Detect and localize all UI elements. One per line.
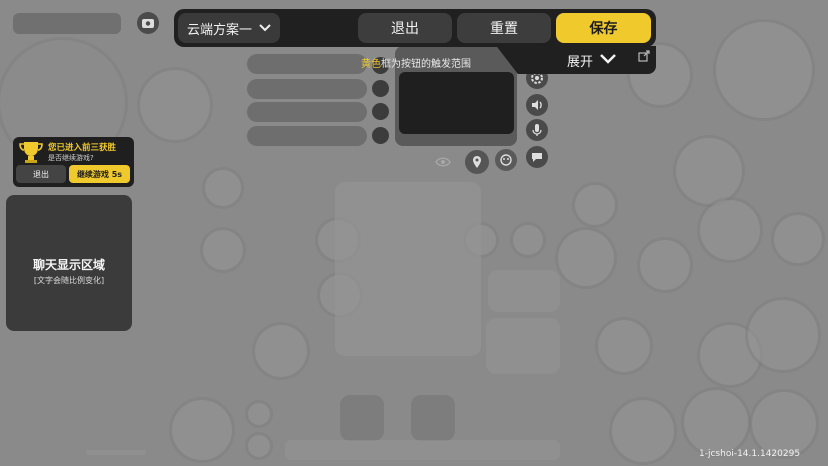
share-icon[interactable] [638, 47, 650, 66]
exit-button[interactable]: 退出 [358, 13, 452, 43]
skill-ghost-8 [612, 400, 674, 462]
camera-switch-icon[interactable] [137, 12, 159, 34]
chat-subtitle: [文字会随比例变化] [33, 276, 105, 285]
map-ghost [716, 22, 812, 118]
speaker-icon[interactable] [526, 94, 548, 116]
teammate-bar-3[interactable] [247, 102, 367, 122]
top-left-name-bar [13, 13, 121, 34]
victory-card: 您已进入前三获胜 是否继续游戏? 退出 继续游戏 5s [13, 137, 134, 187]
teammate-dot-3 [372, 103, 389, 120]
skill-ghost-12 [575, 185, 615, 225]
trigger-hint-highlight: 黄色 [361, 59, 381, 70]
trigger-hint-text: 框为按钮的触发范围 [381, 59, 471, 70]
item-slot-ghost-1 [340, 395, 384, 441]
scheme-label: 云端方案一 [187, 22, 253, 38]
teammate-bar-1[interactable] [247, 54, 367, 74]
emote-icon[interactable] [495, 149, 517, 171]
backpack-ghost [172, 400, 232, 460]
teammate-dot-4 [372, 127, 389, 144]
skill-ghost-17 [205, 170, 241, 206]
skill-ghost-15 [255, 325, 307, 377]
edit-toolbar: 云端方案一 退出 重置 保存 [174, 9, 656, 47]
victory-title: 您已进入前三获胜 [48, 143, 117, 153]
teammate-bar-2[interactable] [247, 79, 367, 99]
skill-ghost-3 [774, 215, 822, 263]
skill-ghost-5 [598, 320, 650, 372]
save-button[interactable]: 保存 [556, 13, 651, 43]
center-panel-ghost [335, 182, 481, 356]
version-label: 1-jcshoi-14.1.1420295 [699, 449, 801, 459]
small-ghost-1 [248, 403, 270, 425]
expand-label: 展开 [567, 55, 594, 70]
chevron-down-icon [599, 53, 617, 68]
skill-ghost-7 [748, 300, 818, 370]
skill-ghost-2 [700, 200, 760, 260]
victory-exit-button[interactable]: 退出 [16, 165, 66, 183]
trophy-icon [18, 140, 44, 168]
trigger-hint: 黄色框为按钮的触发范围 [361, 55, 471, 70]
skill-ghost-11 [558, 230, 614, 286]
victory-subtitle: 是否继续游戏? [48, 154, 94, 162]
chevron-down-icon [259, 22, 271, 37]
location-pin-icon[interactable] [465, 150, 489, 174]
skill-ghost-4 [640, 240, 690, 290]
preview-box[interactable] [399, 72, 514, 134]
reset-button[interactable]: 重置 [457, 13, 551, 43]
chat-display-area[interactable]: 聊天显示区域 [文字会随比例变化] [6, 195, 132, 331]
skill-ghost-18 [140, 70, 210, 140]
bottom-bar-ghost [285, 440, 560, 460]
small-ghost-2 [248, 435, 270, 457]
skill-ghost-10 [752, 392, 816, 456]
chat-title: 聊天显示区域 [32, 258, 105, 272]
skill-ghost-1 [676, 138, 742, 204]
microphone-icon[interactable] [526, 119, 548, 141]
teammate-bar-4[interactable] [247, 126, 367, 146]
chat-bubble-icon[interactable] [526, 146, 548, 168]
right-panel-ghost [488, 270, 560, 312]
continue-game-button[interactable]: 继续游戏 5s [69, 165, 130, 183]
health-bar-ghost [86, 450, 146, 455]
skill-ghost-16 [203, 230, 243, 270]
scheme-select[interactable]: 云端方案一 [178, 13, 280, 43]
eye-icon[interactable] [433, 152, 453, 172]
lower-panel-ghost [486, 318, 560, 374]
skill-ghost-9 [684, 390, 748, 454]
expand-button[interactable]: 展开 [567, 51, 617, 70]
item-slot-ghost-2 [411, 395, 455, 441]
teammate-dot-2 [372, 80, 389, 97]
lung-icon-ghost-2 [513, 225, 543, 255]
